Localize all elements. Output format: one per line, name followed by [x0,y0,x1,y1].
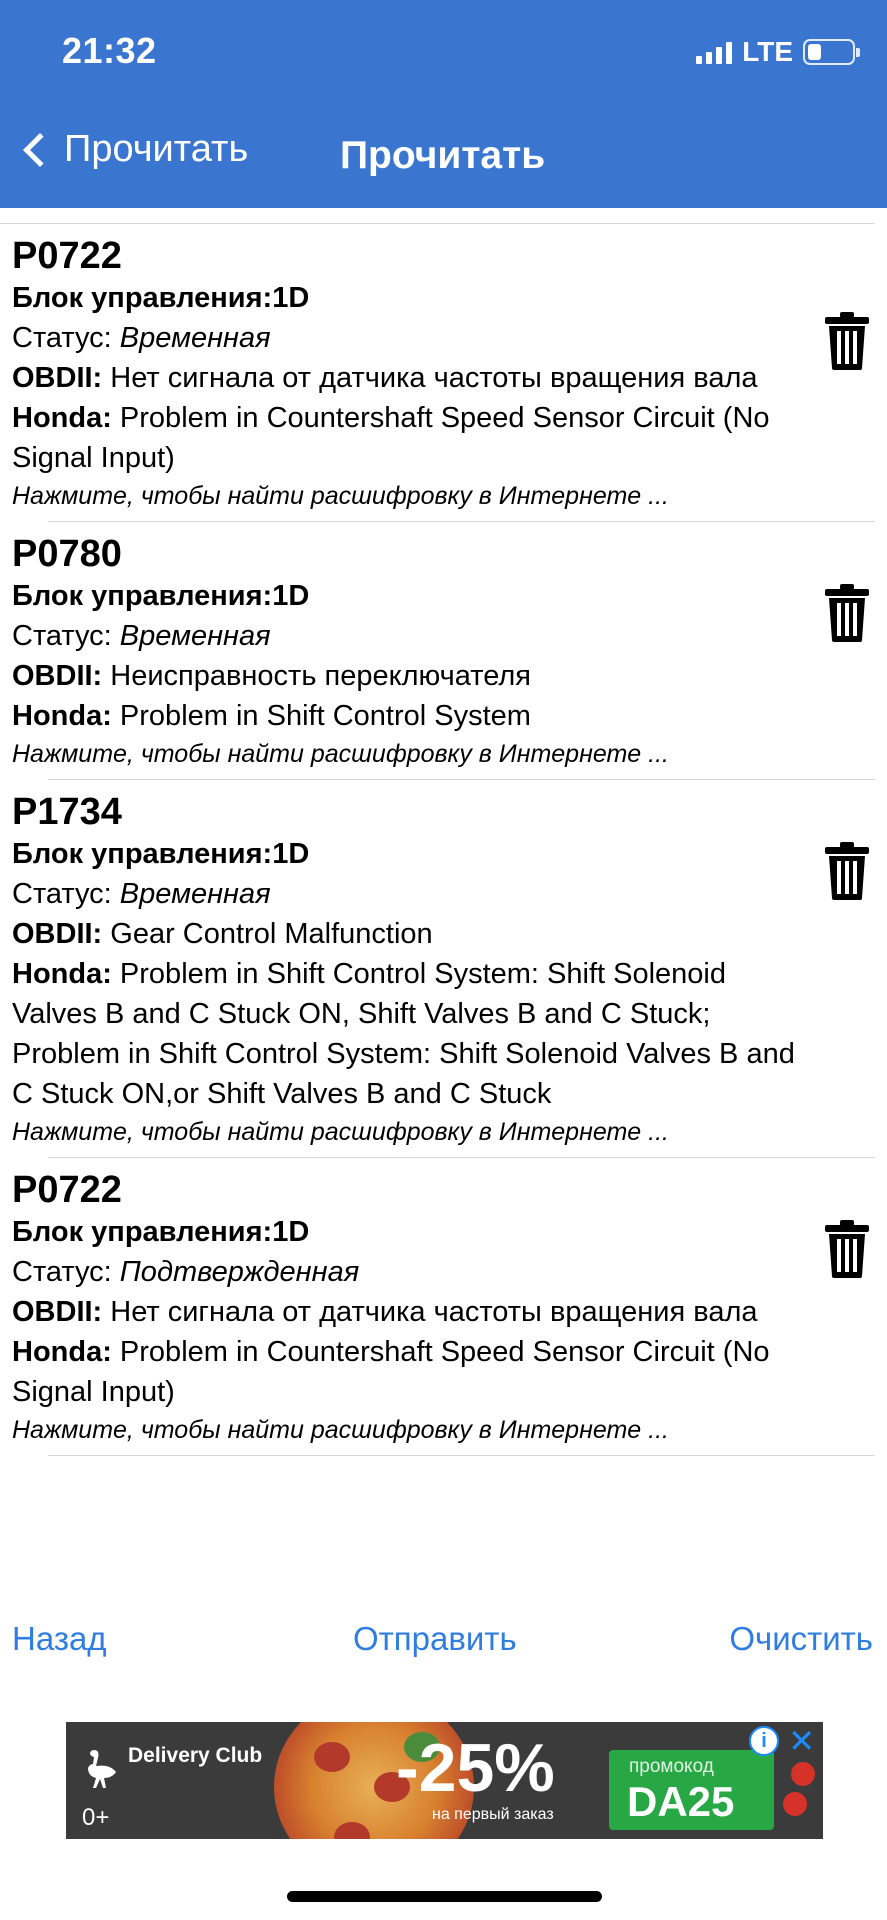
home-indicator [287,1891,602,1902]
make-description: Honda: Problem in Countershaft Speed Sen… [12,398,802,478]
status-label: Статус: [12,322,120,354]
obd-text: Нет сигнала от датчика частоты вращения … [102,1296,758,1328]
ad-promo-label: промокод [629,1756,714,1777]
make-label: Honda: [12,402,112,434]
nav-back-button[interactable]: Прочитать [18,128,248,171]
status-time: 21:32 [62,30,157,71]
battery-icon [803,39,860,65]
control-unit-line: Блок управления:1D [12,278,802,318]
make-label: Honda: [12,700,112,732]
trash-icon[interactable] [825,312,869,370]
network-type: LTE [742,36,793,67]
make-description: Honda: Problem in Shift Control System: … [12,954,802,1114]
ad-info-icon[interactable]: i [749,1726,779,1756]
app-header: 21:32 LTE Прочитать Прочитать [0,0,887,208]
ad-close-icon[interactable]: ✕ [788,1724,815,1758]
list-item[interactable]: P0722 Блок управления:1D Статус: Подтвер… [0,1158,887,1455]
divider [48,1455,875,1456]
control-unit-label: Блок управления: [12,282,273,314]
status-value: Временная [119,878,271,910]
ad-promo-code: DA25 [627,1778,735,1825]
ad-banner[interactable]: Delivery Club 0+ -25% на первый заказ пр… [66,1722,823,1839]
status-indicators: LTE [696,36,860,68]
page-title: Прочитать [340,134,546,177]
back-button[interactable]: Назад [12,1620,107,1658]
make-text: Problem in Countershaft Speed Sensor Cir… [12,1336,770,1408]
ad-brand: Delivery Club [128,1744,263,1767]
fault-code: P0722 [12,1169,122,1211]
control-unit-line: Блок управления:1D [12,576,802,616]
control-unit-label: Блок управления: [12,580,273,612]
control-unit-line: Блок управления:1D [12,834,802,874]
obd-description: OBDII: Неисправность переключателя [12,656,802,696]
search-online-link[interactable]: Нажмите, чтобы найти расшифровку в Интер… [12,737,887,771]
status-value: Временная [119,322,271,354]
status-label: Статус: [12,620,120,652]
make-label: Honda: [12,1336,112,1368]
ostrich-logo-icon [88,1750,116,1788]
obd-text: Нет сигнала от датчика частоты вращения … [102,362,758,394]
search-online-link[interactable]: Нажмите, чтобы найти расшифровку в Интер… [12,479,887,513]
obd-description: OBDII: Нет сигнала от датчика частоты вр… [12,1292,802,1332]
obd-label: OBDII: [12,660,103,692]
make-text: Problem in Shift Control System: Shift S… [12,958,795,1110]
battery-level [808,44,821,60]
tomato-decoration [791,1762,815,1786]
cellular-signal-icon [696,40,733,64]
ad-discount: -25% [396,1730,555,1806]
status-value: Временная [119,620,271,652]
status-label: Статус: [12,1256,120,1288]
list-item[interactable]: P0780 Блок управления:1D Статус: Временн… [0,522,887,779]
obd-description: OBDII: Gear Control Malfunction [12,914,802,954]
fault-code: P1734 [12,791,122,833]
status-line: Статус: Временная [12,318,802,358]
list-item[interactable]: P0722 Блок управления:1D Статус: Временн… [0,224,887,521]
make-description: Honda: Problem in Shift Control System [12,696,802,736]
obd-label: OBDII: [12,1296,103,1328]
trash-icon[interactable] [825,842,869,900]
trash-icon[interactable] [825,584,869,642]
make-label: Honda: [12,958,112,990]
status-label: Статус: [12,878,120,910]
make-text: Problem in Countershaft Speed Sensor Cir… [12,402,770,474]
status-line: Статус: Временная [12,616,802,656]
obd-text: Неисправность переключателя [102,660,531,692]
obd-label: OBDII: [12,362,103,394]
clear-button[interactable]: Очистить [729,1620,873,1658]
ad-discount-sub: на первый заказ [432,1806,554,1823]
status-value: Подтвержденная [119,1256,360,1288]
status-line: Статус: Подтвержденная [12,1252,802,1292]
obd-description: OBDII: Нет сигнала от датчика частоты вр… [12,358,802,398]
list-item[interactable]: P1734 Блок управления:1D Статус: Временн… [0,780,887,1157]
obd-text: Gear Control Malfunction [102,918,433,950]
make-text: Problem in Shift Control System [111,700,531,732]
fault-code-list: P0722 Блок управления:1D Статус: Временн… [0,208,887,1456]
search-online-link[interactable]: Нажмите, чтобы найти расшифровку в Интер… [12,1413,887,1447]
control-unit-label: Блок управления: [12,838,273,870]
status-line: Статус: Временная [12,874,802,914]
trash-icon[interactable] [825,1220,869,1278]
nav-back-label: Прочитать [64,128,249,170]
control-unit-value: 1D [272,1216,310,1248]
control-unit-value: 1D [272,282,310,314]
obd-label: OBDII: [12,918,103,950]
send-button[interactable]: Отправить [353,1620,517,1658]
chevron-left-icon [23,132,57,167]
search-online-link[interactable]: Нажмите, чтобы найти расшифровку в Интер… [12,1115,887,1149]
make-description: Honda: Problem in Countershaft Speed Sen… [12,1332,802,1412]
control-unit-value: 1D [272,838,310,870]
control-unit-line: Блок управления:1D [12,1212,802,1252]
ad-age-rating: 0+ [82,1804,110,1831]
fault-code: P0780 [12,533,122,575]
fault-code: P0722 [12,235,122,277]
control-unit-value: 1D [272,580,310,612]
ad-promo-box: промокод DA25 [609,1750,774,1830]
control-unit-label: Блок управления: [12,1216,273,1248]
